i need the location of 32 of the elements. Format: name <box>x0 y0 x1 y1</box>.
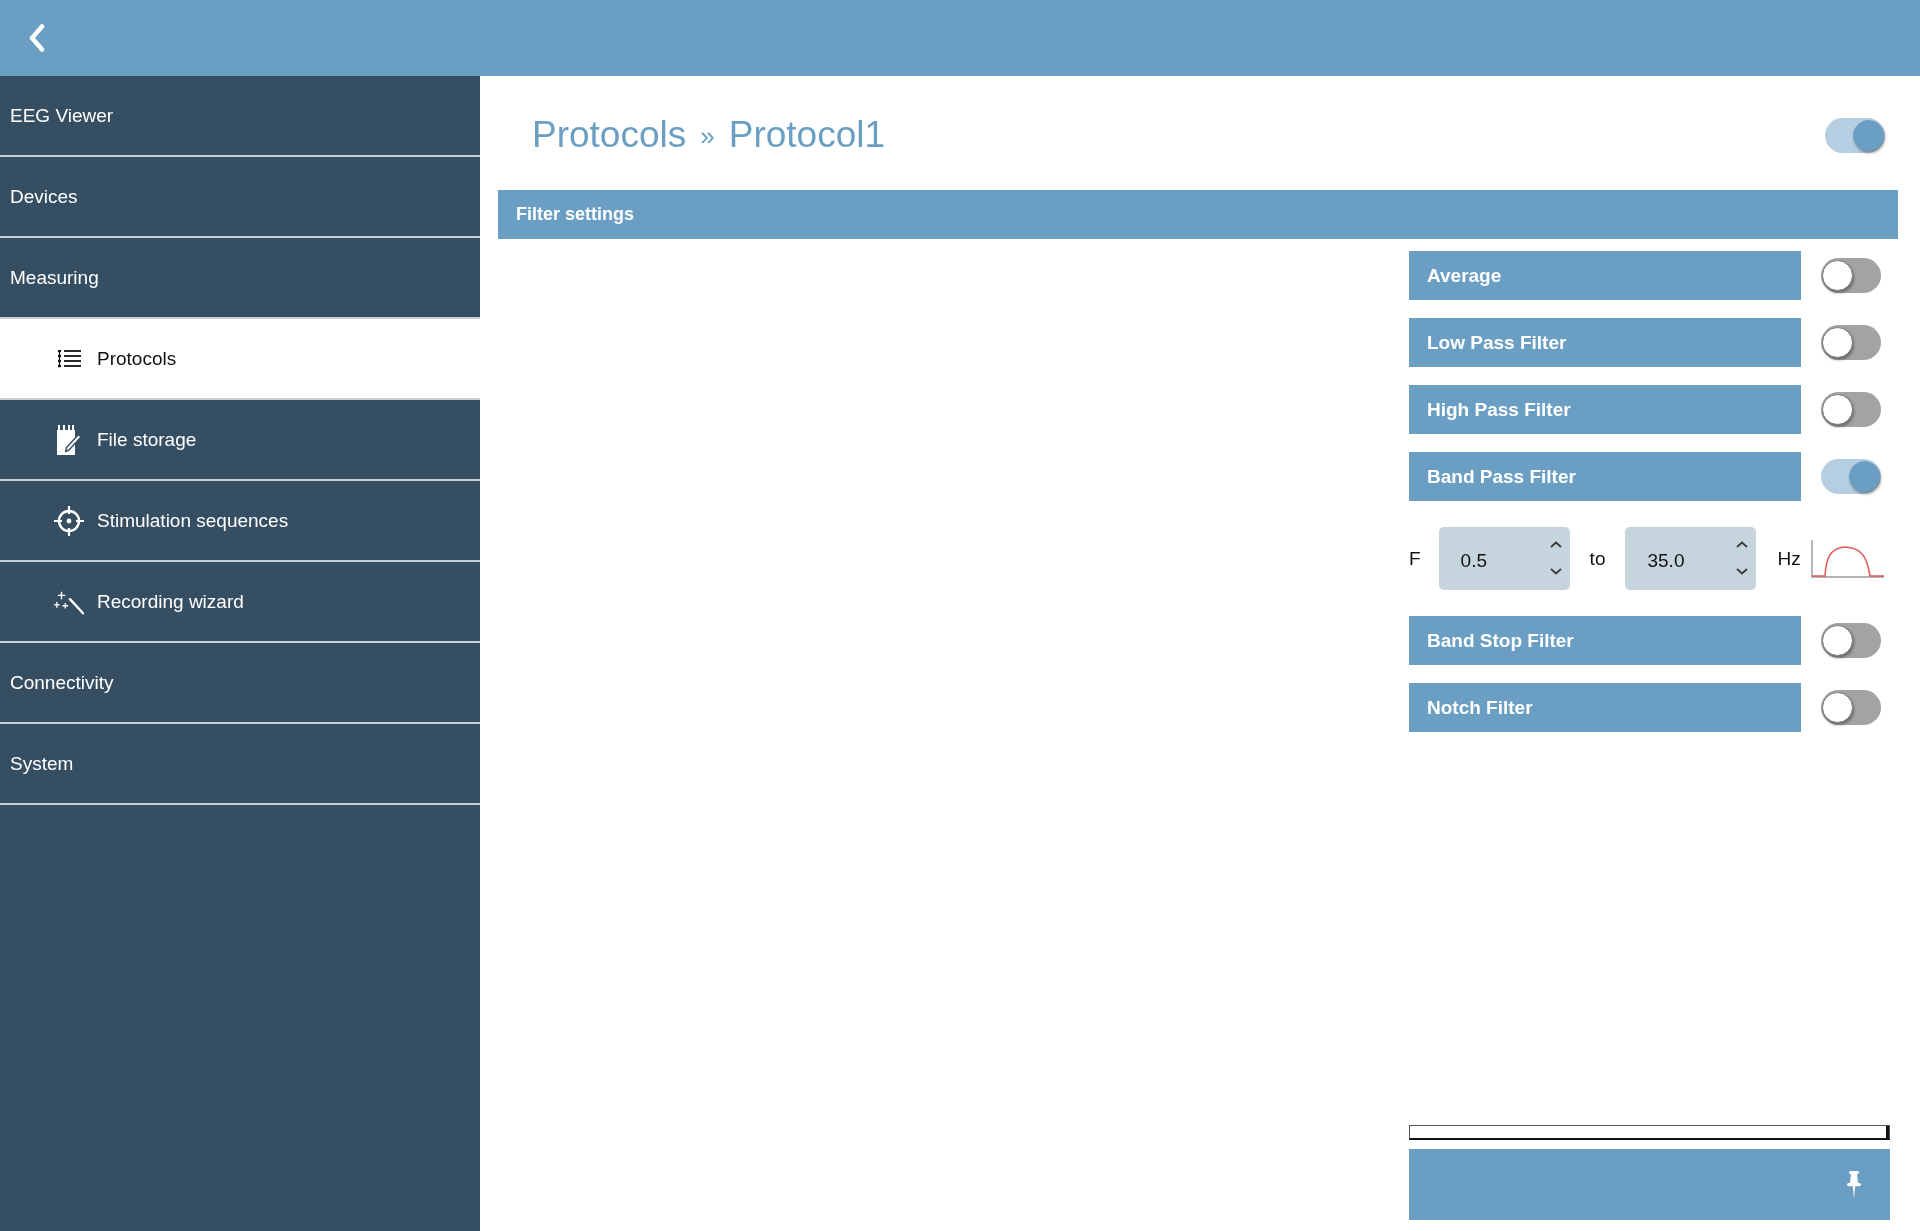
toggle-switch[interactable] <box>1821 459 1881 494</box>
unit-label: Hz <box>1777 547 1801 570</box>
filter-label: Average <box>1409 251 1801 300</box>
chevron-down-icon[interactable] <box>1549 568 1562 575</box>
chevron-up-icon[interactable] <box>1549 541 1562 548</box>
number-input[interactable]: 0.5 <box>1438 527 1570 590</box>
number-input[interactable]: 35.0 <box>1625 527 1757 590</box>
chevron-up-icon[interactable] <box>1736 541 1749 548</box>
horizontal-scrollbar[interactable] <box>1409 1125 1890 1140</box>
filter-label: High Pass Filter <box>1409 385 1801 434</box>
chevron-down-icon[interactable] <box>1736 568 1749 575</box>
filter-label: Notch Filter <box>1409 683 1801 732</box>
filter-label: Band Pass Filter <box>1409 452 1801 501</box>
filter-label: Band Stop Filter <box>1409 616 1801 665</box>
list-icon <box>57 349 81 368</box>
sidebar-subitem[interactable]: Protocols <box>0 319 480 400</box>
breadcrumb-separator: » <box>700 123 715 149</box>
crosshair-icon <box>54 505 84 536</box>
notepad-pencil-icon <box>57 424 81 455</box>
section-header: Filter settings <box>498 190 1898 239</box>
back-icon[interactable] <box>29 24 45 52</box>
range-joiner: to <box>1589 547 1606 570</box>
toggle-switch[interactable] <box>1821 623 1881 658</box>
toggle-switch[interactable] <box>1825 117 1885 153</box>
toggle-switch[interactable] <box>1821 325 1881 360</box>
frequency-label: F <box>1409 547 1421 570</box>
toggle-switch[interactable] <box>1821 392 1881 427</box>
filter-label: Low Pass Filter <box>1409 318 1801 367</box>
toggle-switch[interactable] <box>1821 690 1881 725</box>
breadcrumb-current: Protocol1 <box>728 114 885 156</box>
bandpass-curve-icon <box>1810 539 1884 578</box>
toggle-switch[interactable] <box>1821 258 1881 293</box>
